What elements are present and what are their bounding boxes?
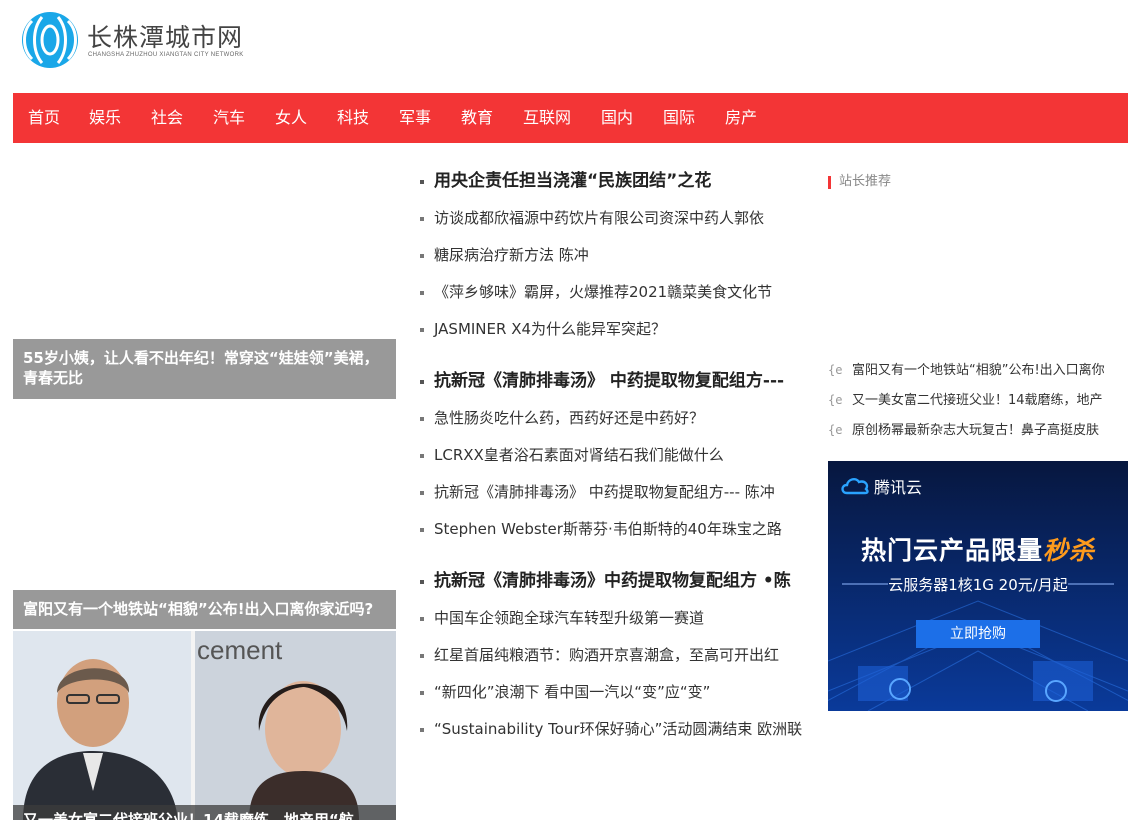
bullet-icon [420,417,424,421]
news-item-text: Stephen Webster斯蒂芬·韦伯斯特的40年珠宝之路 [434,520,782,538]
sidebar-item-text: 原创杨幂最新杂志大玩复古！鼻子高挺皮肤 [852,423,1100,438]
bullet-icon [420,291,424,295]
bullet-icon [420,454,424,458]
nav-item-international[interactable]: 国际 [663,93,695,143]
news-headline[interactable]: 抗新冠《清肺排毒汤》 中药提取物复配组方--- [418,363,808,400]
news-item-text: 抗新冠《清肺排毒汤》中药提取物复配组方 •陈 [434,571,791,591]
nav-item-society[interactable]: 社会 [151,93,183,143]
bullet-icon [420,217,424,221]
bullet-icon [420,491,424,495]
news-item[interactable]: “新四化”浪潮下 看中国一汽以“变”应“变” [418,674,808,711]
bullet-icon [420,328,424,332]
news-item-text: JASMINER X4为什么能异军突起？ [434,320,667,338]
bullet-icon [420,691,424,695]
news-item-text: “新四化”浪潮下 看中国一汽以“变”应“变” [434,683,711,701]
nav-item-home[interactable]: 首页 [28,93,60,143]
news-item-text: 糖尿病治疗新方法 陈冲 [434,246,589,264]
ad-headline: 热门云产品限量秒杀 [828,531,1128,567]
site-subtitle: CHANGSHA ZHUZHOU XIANGTAN CITY NETWORK [88,52,244,58]
news-item-text: 中国车企领跑全球汽车转型升级第一赛道 [434,609,705,627]
ie-icon: {e [828,423,843,437]
news-item[interactable]: 红星首届纯粮酒节：购酒开京喜潮盒，至高可开出红 [418,637,808,674]
ie-icon: {e [828,393,843,407]
news-item[interactable]: JASMINER X4为什么能异军突起？ [418,311,808,348]
main-nav: 首页 娱乐 社会 汽车 女人 科技 军事 教育 互联网 国内 国际 房产 [13,93,1128,143]
bullet-icon [420,617,424,621]
buy-now-button[interactable]: 立即抢购 [916,620,1040,648]
ad-subtitle: 云服务器1核1G 20元/月起 [888,576,1068,594]
bullet-icon [420,580,424,584]
news-headline[interactable]: 用央企责任担当浇灌“民族团结”之花 [418,163,808,200]
bullet-icon [420,654,424,658]
ad-brand: 腾讯云 [874,478,923,497]
news-photo-image: cement [13,631,396,820]
news-item[interactable]: 急性肠炎吃什么药，西药好还是中药好？ [418,400,808,437]
ie-icon: {e [828,363,843,377]
nav-item-auto[interactable]: 汽车 [213,93,245,143]
nav-item-tech[interactable]: 科技 [337,93,369,143]
feature-caption[interactable]: 55岁小姨，让人看不出年纪！常穿这“娃娃领”美裙，青春无比 [13,339,396,399]
news-item[interactable]: 糖尿病治疗新方法 陈冲 [418,237,808,274]
news-item-text: 红星首届纯粮酒节：购酒开京喜潮盒，至高可开出红 [434,646,780,664]
sidebar-item[interactable]: {e 又一美女富二代接班父业！14载磨练，地产 [828,385,1128,415]
nav-item-internet[interactable]: 互联网 [523,93,571,143]
title-accent-bar [828,176,831,189]
photo-caption[interactable]: 又一美女富二代接班父业！14载磨练，地产用“航 [13,805,396,820]
news-item[interactable]: LCRXX皇者浴石素面对肾结石我们能做什么 [418,437,808,474]
news-item-text: 《萍乡够味》霸屏，火爆推荐2021赣菜美食文化节 [434,283,773,301]
nav-item-domestic[interactable]: 国内 [601,93,633,143]
sidebar-item[interactable]: {e 富阳又有一个地铁站“相貌”公布!出入口离你 [828,355,1128,385]
bullet-icon [420,180,424,184]
nav-item-realestate[interactable]: 房产 [725,93,757,143]
feature-caption[interactable]: 富阳又有一个地铁站“相貌”公布!出入口离你家近吗? [13,590,396,629]
bullet-icon [420,528,424,532]
sidebar-item-text: 富阳又有一个地铁站“相貌”公布!出入口离你 [852,363,1105,378]
news-item-text: 用央企责任担当浇灌“民族团结”之花 [434,171,712,191]
sidebar-title-text: 站长推荐 [839,174,892,189]
bullet-icon [420,254,424,258]
sidebar-title: 站长推荐 [828,172,891,192]
nav-item-military[interactable]: 军事 [399,93,431,143]
news-item[interactable]: Stephen Webster斯蒂芬·韦伯斯特的40年珠宝之路 [418,511,808,548]
ad-headline-text: 热门云产品限量 [860,536,1043,565]
bullet-icon [420,728,424,732]
cloud-icon [841,477,869,495]
news-headline[interactable]: 抗新冠《清肺排毒汤》中药提取物复配组方 •陈 [418,563,808,600]
bullet-icon [420,380,424,384]
news-item[interactable]: 访谈成都欣福源中药饮片有限公司资深中药人郭依 [418,200,808,237]
site-title[interactable]: 长株潭城市网 [87,18,243,54]
site-header: 长株潭城市网 CHANGSHA ZHUZHOU XIANGTAN CITY NE… [0,0,1134,93]
news-item-text: LCRXX皇者浴石素面对肾结石我们能做什么 [434,446,724,464]
news-item[interactable]: 《萍乡够味》霸屏，火爆推荐2021赣菜美食文化节 [418,274,808,311]
news-item-text: 抗新冠《清肺排毒汤》 中药提取物复配组方--- [434,371,785,391]
feature-photo[interactable]: cement 又一美女富二代接班父业！14载磨练，地产用“航 [13,631,396,820]
news-item-text: “Sustainability Tour环保好骑心”活动圆满结束 欧洲联 [434,720,803,738]
logo-icon[interactable] [20,11,80,69]
sidebar-item[interactable]: {e 原创杨幂最新杂志大玩复古！鼻子高挺皮肤 [828,415,1128,445]
nav-item-women[interactable]: 女人 [275,93,307,143]
ad-headline-highlight: 秒杀 [1043,536,1096,565]
sidebar-item-text: 又一美女富二代接班父业！14载磨练，地产 [852,393,1103,408]
news-item-text: 抗新冠《清肺排毒汤》 中药提取物复配组方--- 陈冲 [434,483,775,501]
nav-item-education[interactable]: 教育 [461,93,493,143]
ad-banner[interactable]: 腾讯云 热门云产品限量秒杀 云服务器1核1G 20元/月起 立即抢购 [828,461,1128,711]
news-item[interactable]: 抗新冠《清肺排毒汤》 中药提取物复配组方--- 陈冲 [418,474,808,511]
nav-item-entertainment[interactable]: 娱乐 [89,93,121,143]
news-item[interactable]: 中国车企领跑全球汽车转型升级第一赛道 [418,600,808,637]
news-item-text: 急性肠炎吃什么药，西药好还是中药好？ [434,409,705,427]
photo-text: cement [197,635,283,665]
news-item-text: 访谈成都欣福源中药饮片有限公司资深中药人郭依 [434,209,765,227]
news-item[interactable]: “Sustainability Tour环保好骑心”活动圆满结束 欧洲联 [418,711,808,748]
